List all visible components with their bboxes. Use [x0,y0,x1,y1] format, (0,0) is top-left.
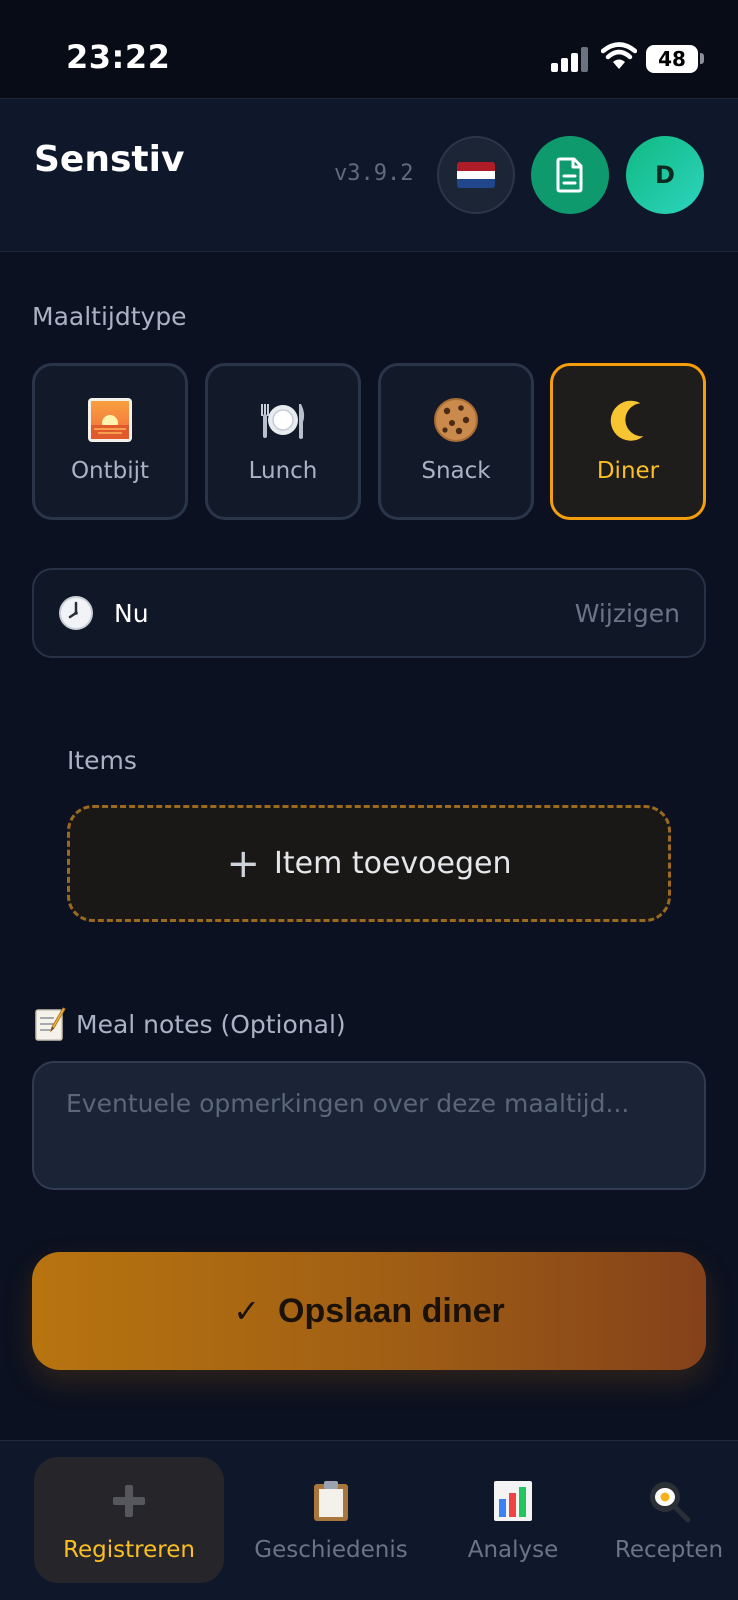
meal-option-ontbijt[interactable]: Ontbijt [32,363,188,520]
change-time-button[interactable]: Wijzigen [575,599,680,628]
battery-cap [700,53,704,64]
moon-icon [610,400,644,441]
avatar[interactable]: D [626,136,704,214]
bar-chart-icon [494,1481,532,1521]
meal-time-value: Nu [114,599,149,628]
nav-label: Geschiedenis [254,1537,408,1563]
cellular-signal-icon [551,46,591,72]
frying-pan-icon [650,1482,691,1523]
status-time: 23:22 [66,38,171,76]
wifi-icon [601,42,637,69]
document-button[interactable] [531,136,609,214]
add-item-button[interactable]: + Item toevoegen [67,805,671,922]
language-button[interactable] [437,136,515,214]
plus-icon [113,1485,145,1517]
notes-label: Meal notes (Optional) [76,1009,346,1039]
nav-label: Registreren [63,1537,195,1563]
version-label: v3.9.2 [334,161,414,186]
battery-level: 48 [646,45,698,73]
nav-item-registreren[interactable]: Registreren [34,1457,224,1583]
nav-label: Recepten [614,1537,724,1563]
memo-icon [35,1007,66,1041]
notes-label-row: Meal notes (Optional) [34,1006,346,1042]
meal-option-diner[interactable]: Diner [550,363,706,520]
meal-time-row[interactable]: Nu Wijzigen [32,568,706,658]
status-bar: 23:22 48 [0,0,738,98]
meal-option-lunch[interactable]: Lunch [205,363,361,520]
meal-option-label: Ontbijt [70,458,150,484]
plus-icon: + [226,840,261,887]
add-item-label: Item toevoegen [274,846,512,881]
items-label: Items [67,746,137,775]
app-screen: 23:22 48 Senstiv v3.9.2 D Maaltijdtype O… [0,0,738,1600]
clock-icon [59,596,93,630]
bottom-nav: Registreren Geschiedenis Analyse Recepte… [0,1440,738,1600]
meal-option-snack[interactable]: Snack [378,363,534,520]
app-header: Senstiv v3.9.2 D [0,98,738,252]
document-icon [556,157,583,193]
nav-item-geschiedenis[interactable]: Geschiedenis [236,1457,426,1583]
app-title: Senstiv [34,139,185,180]
nav-item-analyse[interactable]: Analyse [438,1457,588,1583]
nav-item-recepten[interactable]: Recepten [600,1457,738,1583]
meal-notes-field[interactable] [32,1061,706,1190]
meal-option-label: Snack [421,458,491,484]
save-meal-button[interactable]: ✓ Opslaan diner [32,1252,706,1370]
cookie-icon [434,398,478,442]
nl-flag-icon [457,162,495,188]
save-meal-label: Opslaan diner [278,1291,505,1330]
meal-type-label: Maaltijdtype [32,302,187,331]
meal-option-label: Diner [596,458,660,484]
sunrise-icon [88,398,132,442]
nav-label: Analyse [467,1537,559,1563]
plate-cutlery-icon [261,404,305,439]
meal-option-label: Lunch [248,458,318,484]
checkmark-icon: ✓ [233,1293,261,1329]
clipboard-icon [314,1481,348,1521]
